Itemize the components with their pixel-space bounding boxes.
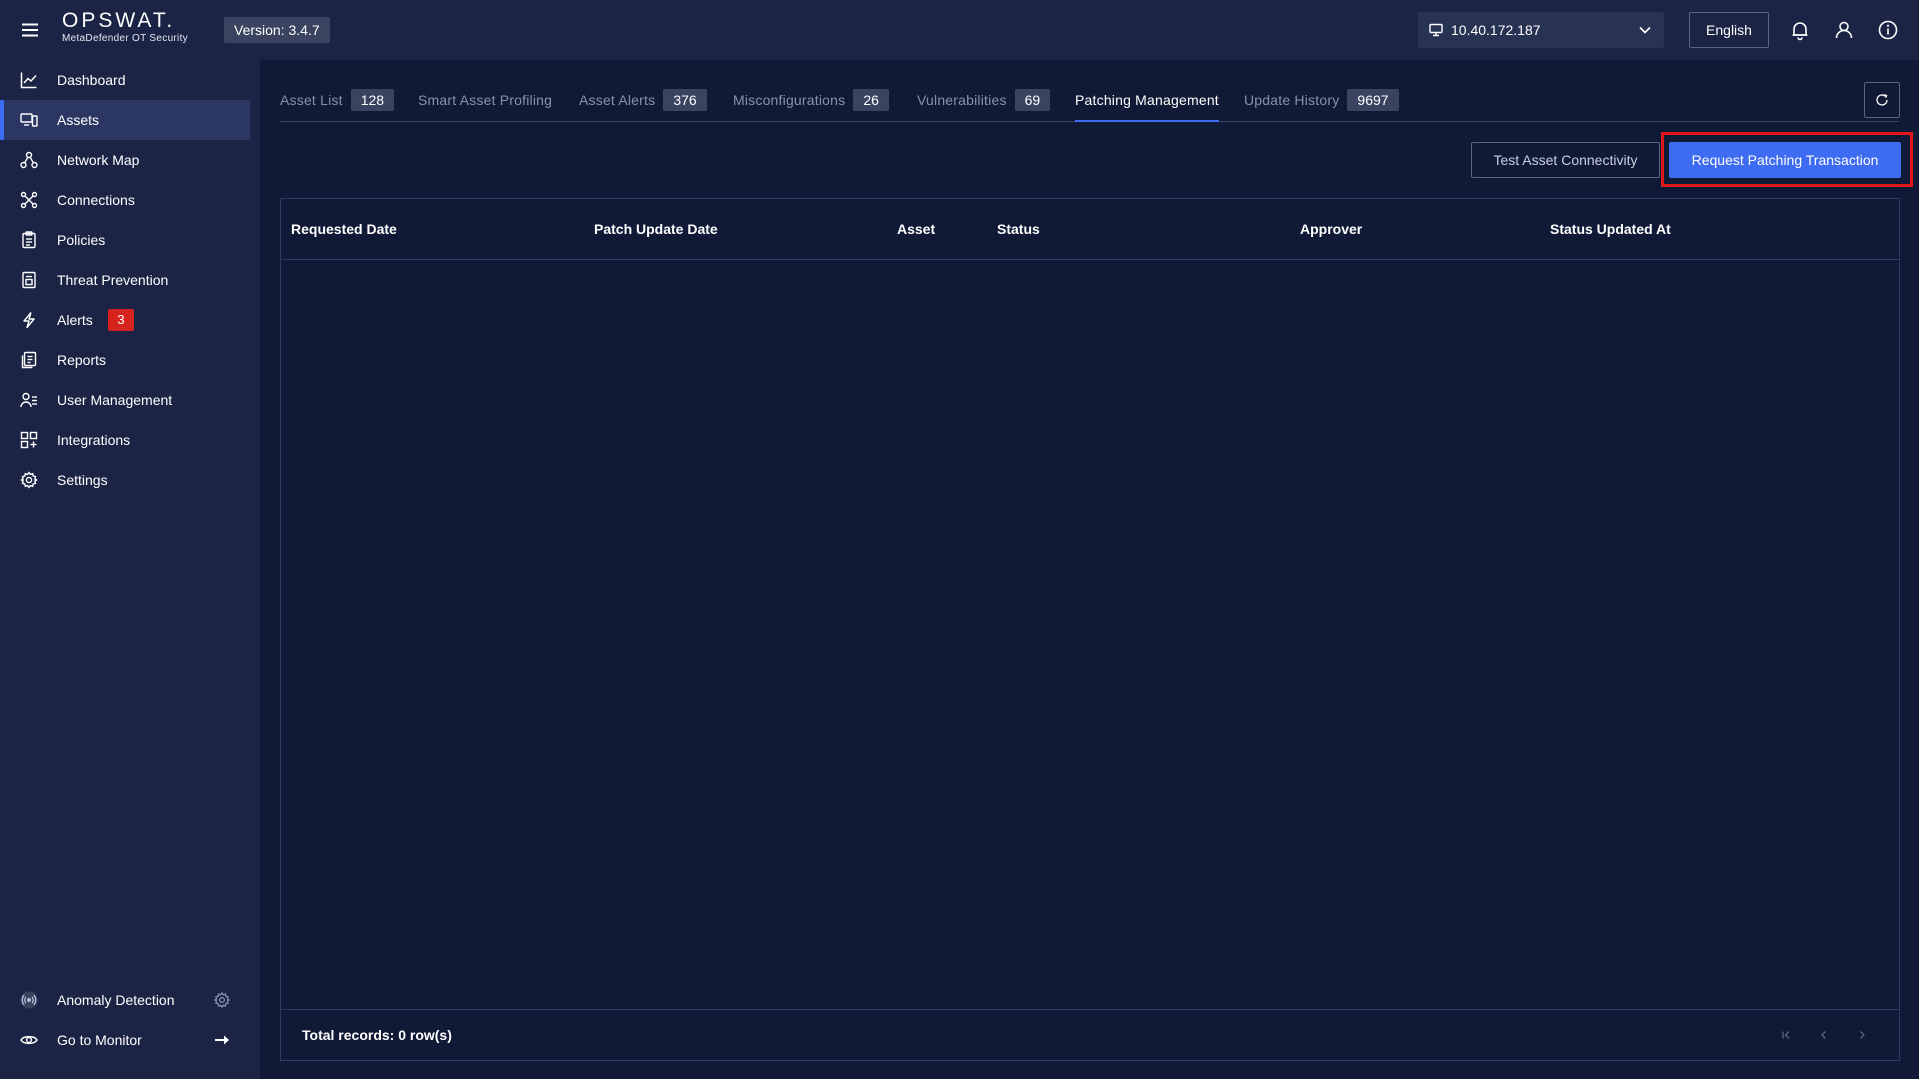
- next-page-icon[interactable]: [1854, 1027, 1870, 1043]
- integrations-icon: [20, 431, 38, 449]
- tab-label: Misconfigurations: [733, 92, 846, 108]
- sidebar-item-user-management[interactable]: User Management: [0, 380, 250, 420]
- sidebar-item-label: Assets: [57, 112, 100, 128]
- gear-icon[interactable]: [213, 991, 231, 1009]
- column-requested-date[interactable]: Requested Date: [291, 199, 397, 260]
- sidebar-item-label: Go to Monitor: [57, 1032, 142, 1048]
- sidebar-item-go-to-monitor[interactable]: Go to Monitor: [0, 1020, 250, 1060]
- chevron-down-icon: [1638, 24, 1652, 36]
- sidebar-item-settings[interactable]: Settings: [0, 460, 250, 500]
- sidebar-item-label: Settings: [57, 472, 108, 488]
- tab-count-badge: 376: [663, 89, 707, 111]
- table-footer: Total records: 0 row(s): [281, 1009, 1899, 1060]
- brand-name: OPSWAT.: [62, 9, 176, 32]
- column-patch-update-date[interactable]: Patch Update Date: [594, 199, 718, 260]
- tab-asset-list[interactable]: Asset List 128: [280, 84, 395, 122]
- sidebar-item-label: Dashboard: [57, 72, 126, 88]
- tab-label: Vulnerabilities: [917, 92, 1007, 108]
- radar-icon: [20, 991, 38, 1009]
- monitor-icon: [1428, 22, 1444, 38]
- sidebar-item-label: Connections: [57, 192, 135, 208]
- sidebar-item-label: Network Map: [57, 152, 140, 168]
- top-bar: OPSWAT. MetaDefender OT Security Version…: [0, 0, 1919, 60]
- tab-count-badge: 128: [350, 89, 395, 111]
- sidebar-item-label: Policies: [57, 232, 106, 248]
- refresh-button[interactable]: [1864, 82, 1900, 118]
- language-button[interactable]: English: [1689, 12, 1769, 48]
- brand-subtitle: MetaDefender OT Security: [62, 33, 188, 44]
- chart-line-icon: [20, 71, 38, 89]
- bell-icon[interactable]: [1788, 18, 1812, 42]
- sidebar-item-integrations[interactable]: Integrations: [0, 420, 250, 460]
- bolt-icon: [20, 311, 38, 329]
- arrow-right-icon: [213, 1033, 231, 1047]
- column-status-updated-at[interactable]: Status Updated At: [1550, 199, 1671, 260]
- connections-icon: [20, 191, 38, 209]
- tab-label: Smart Asset Profiling: [418, 92, 553, 108]
- sidebar-item-anomaly-detection[interactable]: Anomaly Detection: [0, 980, 250, 1020]
- column-status[interactable]: Status: [997, 199, 1040, 260]
- sidebar-item-label: Alerts: [57, 312, 93, 328]
- sidebar-item-label: Anomaly Detection: [57, 992, 175, 1008]
- tab-label: Asset Alerts: [579, 92, 656, 108]
- sidebar-item-dashboard[interactable]: Dashboard: [0, 60, 250, 100]
- previous-page-icon[interactable]: [1816, 1027, 1832, 1043]
- sidebar-item-connections[interactable]: Connections: [0, 180, 250, 220]
- tab-asset-alerts[interactable]: Asset Alerts 376: [579, 84, 707, 122]
- tab-bar: Asset List 128 Smart Asset Profiling Ass…: [280, 84, 1899, 122]
- user-list-icon: [20, 391, 38, 409]
- sidebar-item-threat-prevention[interactable]: Threat Prevention: [0, 260, 250, 300]
- sidebar-item-alerts[interactable]: Alerts 3: [0, 300, 250, 340]
- threat-icon: [20, 271, 38, 289]
- request-patching-transaction-button[interactable]: Request Patching Transaction: [1669, 142, 1901, 178]
- total-records: Total records: 0 row(s): [302, 1027, 452, 1043]
- test-asset-connectivity-button[interactable]: Test Asset Connectivity: [1471, 142, 1660, 178]
- version-badge: Version: 3.4.7: [224, 17, 330, 43]
- sidebar-item-label: Integrations: [57, 432, 131, 448]
- assets-icon: [20, 111, 38, 129]
- sidebar-item-label: Threat Prevention: [57, 272, 169, 288]
- menu-icon[interactable]: [18, 18, 42, 42]
- patching-table: Requested Date Patch Update Date Asset S…: [280, 198, 1900, 1061]
- tab-count-badge: 69: [1014, 89, 1051, 111]
- eye-icon: [20, 1031, 38, 1049]
- tab-label: Update History: [1244, 92, 1340, 108]
- server-select[interactable]: 10.40.172.187: [1418, 12, 1664, 48]
- sidebar-item-policies[interactable]: Policies: [0, 220, 250, 260]
- network-icon: [20, 151, 38, 169]
- tab-count-badge: 26: [853, 89, 889, 111]
- column-asset[interactable]: Asset: [897, 199, 935, 260]
- brand-logo[interactable]: OPSWAT. MetaDefender OT Security: [62, 10, 188, 45]
- tab-label: Patching Management: [1075, 92, 1219, 108]
- tab-update-history[interactable]: Update History 9697: [1244, 84, 1399, 122]
- clipboard-icon: [20, 231, 38, 249]
- tab-misconfigurations[interactable]: Misconfigurations 26: [733, 84, 889, 122]
- first-page-icon[interactable]: [1778, 1027, 1794, 1043]
- tab-smart-asset-profiling[interactable]: Smart Asset Profiling: [418, 84, 552, 122]
- sidebar-item-label: User Management: [57, 392, 173, 408]
- user-icon[interactable]: [1832, 18, 1856, 42]
- tab-patching-management[interactable]: Patching Management: [1075, 84, 1219, 122]
- tab-label: Asset List: [280, 92, 343, 108]
- gear-icon: [20, 471, 38, 489]
- sidebar-item-network-map[interactable]: Network Map: [0, 140, 250, 180]
- sidebar-item-reports[interactable]: Reports: [0, 340, 250, 380]
- info-icon[interactable]: [1876, 18, 1900, 42]
- sidebar: Dashboard Assets Network Map Connections…: [0, 60, 260, 1079]
- sidebar-item-assets[interactable]: Assets: [0, 100, 250, 140]
- alerts-count-badge: 3: [108, 309, 134, 331]
- column-approver[interactable]: Approver: [1300, 199, 1362, 260]
- sidebar-item-label: Reports: [57, 352, 107, 368]
- reports-icon: [20, 351, 38, 369]
- table-header: Requested Date Patch Update Date Asset S…: [281, 199, 1899, 260]
- tab-count-badge: 9697: [1347, 89, 1399, 111]
- tab-vulnerabilities[interactable]: Vulnerabilities 69: [917, 84, 1051, 122]
- server-ip: 10.40.172.187: [1451, 22, 1541, 38]
